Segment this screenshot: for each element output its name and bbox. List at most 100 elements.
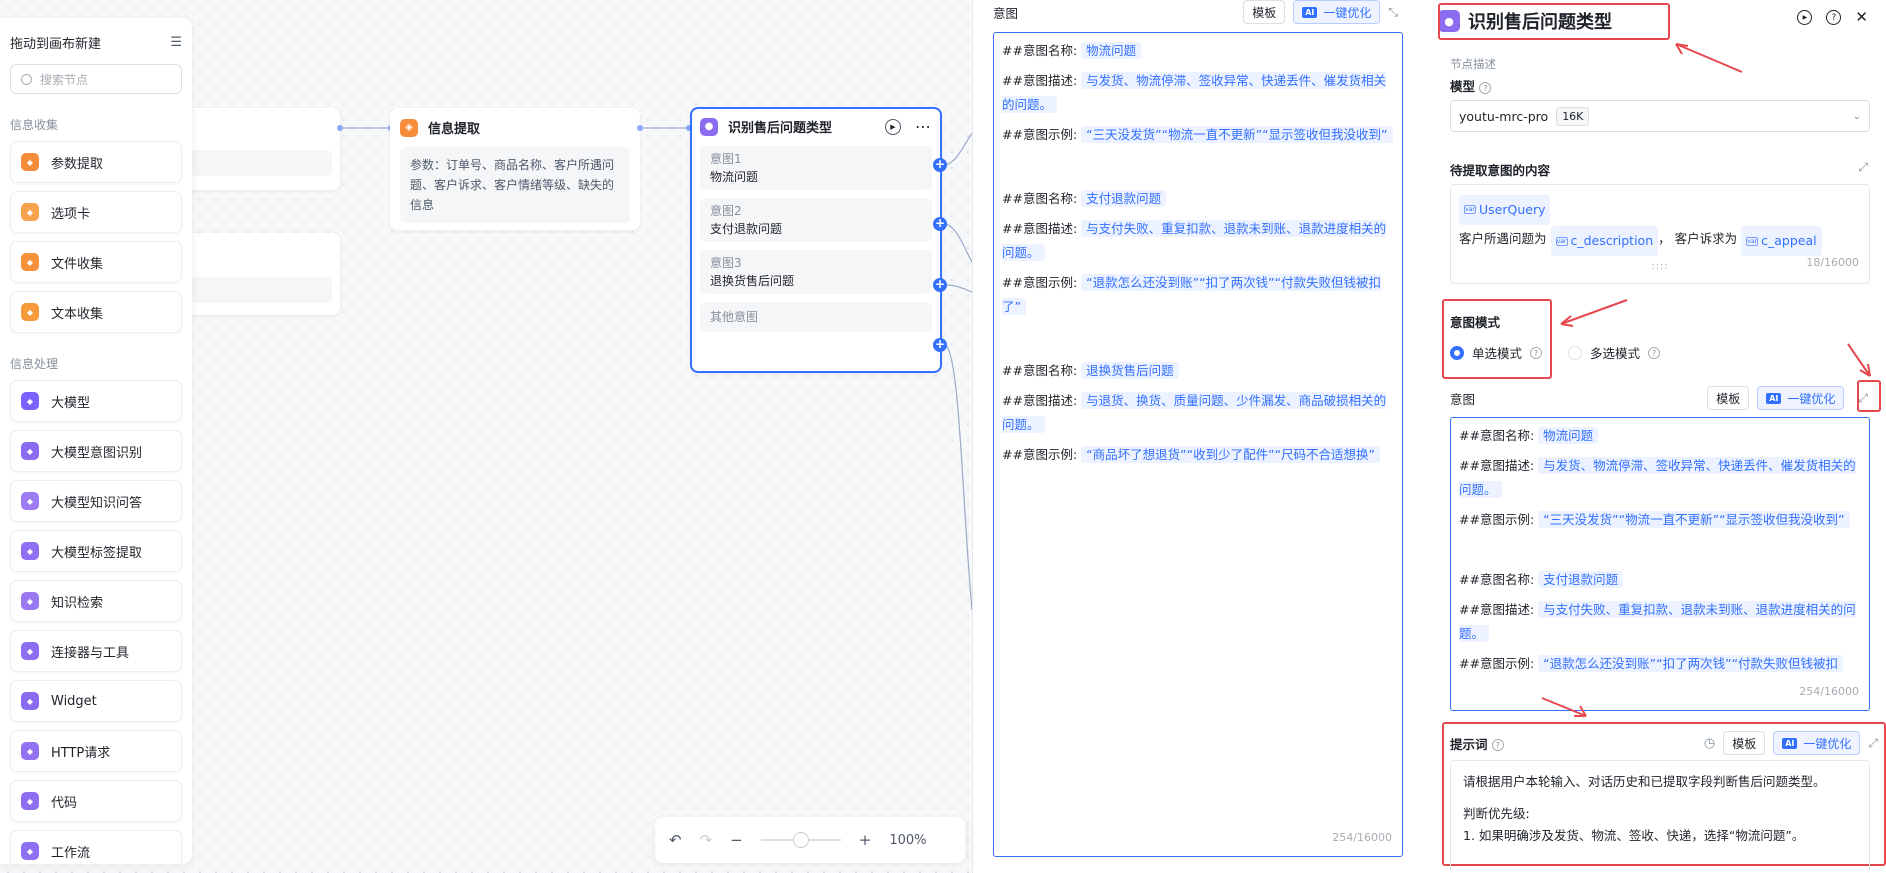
help-icon: ? xyxy=(1491,739,1504,751)
widget-icon: ◆ xyxy=(21,692,39,710)
history-icon[interactable]: ◷ xyxy=(1704,736,1715,751)
variable-tag: var UserQuery xyxy=(1459,194,1551,225)
prompt-editor[interactable]: 请根据用户本轮输入、对话历史和已提取字段判断售后问题类型。 判断优先级: 1. … xyxy=(1450,760,1870,873)
intent-line: ##意图名称: 物流问题 xyxy=(1002,39,1394,63)
redo-icon[interactable]: ↷ xyxy=(700,831,713,849)
intent-line: ##意图示例: “三天没发货”“物流一直不更新”“显示签收但我没收到” xyxy=(1002,123,1394,147)
node-title: 识别售后问题类型 xyxy=(728,121,833,136)
run-icon[interactable]: ▶ xyxy=(885,118,901,135)
content-editor[interactable]: var UserQuery 客户所遇问题为 var c_description， 客… xyxy=(1450,184,1870,284)
intent-value: 支付退款问题 xyxy=(710,222,783,236)
palette-item[interactable]: ◆ 知识检索 xyxy=(10,580,182,622)
zoom-toolbar: ↶ ↷ − + 100% xyxy=(655,817,965,863)
model-select[interactable]: youtu-mrc-pro 16K ⌄ xyxy=(1450,100,1870,132)
template-button[interactable]: 模板 xyxy=(1723,731,1766,755)
collapse-icon[interactable]: ⤡ xyxy=(1388,5,1398,20)
intent-textarea[interactable]: ##意图名称: 物流问题 ##意图描述: 与发货、物流停滞、签收异常、快递丢件、催发货… xyxy=(1450,417,1870,711)
search-icon xyxy=(21,73,32,85)
intent-field-value: “商品坏了想退货”“收到少了配件”“尺码不合适想换” xyxy=(1081,446,1381,463)
palette-item[interactable]: ◆ HTTP请求 xyxy=(10,730,182,772)
add-branch-icon[interactable]: + xyxy=(933,338,947,352)
intent-field-key: ##意图示例: xyxy=(1002,447,1078,462)
zoom-in-icon[interactable]: + xyxy=(859,831,872,849)
char-counter: 18/16000 xyxy=(1806,256,1859,269)
output-port-dot[interactable] xyxy=(637,125,643,131)
add-branch-icon[interactable]: + xyxy=(933,278,947,292)
intent-line: ##意图示例: “退款怎么还没到账”“扣了两次钱”“付款失败但钱被扣 xyxy=(1459,652,1861,676)
intent-editor-panel: 意图 模板 AI 一键优化 ⤡ ##意图名称: 物流问题 ##意图描述: 与发货、物流停… xyxy=(972,0,1418,873)
palette-item-label: 参数提取 xyxy=(51,156,104,172)
palette-item[interactable]: ◆ 大模型标签提取 xyxy=(10,530,182,572)
palette-item[interactable]: ◆ 代码 xyxy=(10,780,182,822)
folder-icon: ◆ xyxy=(21,253,39,271)
expand-icon[interactable]: ⤢ xyxy=(1868,736,1878,751)
prompt-text: 判断优先级: xyxy=(1463,806,1530,821)
intent-editor-textarea[interactable]: ##意图名称: 物流问题 ##意图描述: 与发货、物流停滞、签收异常、快递丢件、催发货… xyxy=(993,32,1403,857)
intent-block: ##意图名称: 物流问题 ##意图描述: 与发货、物流停滞、签收异常、快递丢件、催发货… xyxy=(1459,424,1861,532)
node-palette: 拖动到画布新建 ☰ 搜索节点 信息收集 ◆ 参数提取 ◆ 选项卡 ◆ 文件收集 ◆ 文本收集 信息… xyxy=(0,18,192,864)
palette-item[interactable]: ◆ 参数提取 xyxy=(10,141,182,183)
qa-icon: ◆ xyxy=(21,492,39,510)
template-button[interactable]: 模板 xyxy=(1707,386,1750,410)
palette-item-label: 文本收集 xyxy=(51,306,104,322)
palette-title: 拖动到画布新建 xyxy=(10,36,102,52)
close-icon[interactable]: ✕ xyxy=(1855,10,1868,25)
output-port-dot[interactable] xyxy=(337,125,343,131)
intent-block: ##意图名称: 退换货售后问题 ##意图描述: 与退货、换货、质量问题、少件漏发、商品… xyxy=(1002,359,1394,467)
text-collect-icon: ◆ xyxy=(21,303,39,321)
undo-icon[interactable]: ↶ xyxy=(669,831,682,849)
chevron-down-icon: ⌄ xyxy=(1852,110,1861,122)
intent-field-key: ##意图名称: xyxy=(1002,43,1078,58)
intent-field-key: ##意图名称: xyxy=(1459,572,1535,587)
content-text: 客户所遇问题为 xyxy=(1459,230,1547,246)
palette-item[interactable]: ◆ 大模型意图识别 xyxy=(10,430,182,472)
intent-line: ##意图描述: 与支付失败、重复扣款、退款未到账、退款进度相关的问题。 xyxy=(1459,598,1861,646)
search-input[interactable]: 搜索节点 xyxy=(10,64,182,94)
zoom-level: 100% xyxy=(889,832,927,848)
template-button[interactable]: 模板 xyxy=(1243,0,1286,24)
help-icon[interactable]: ? xyxy=(1826,10,1842,25)
node-body: 参数：订单号、商品名称、客户所遇问题、客户诉求、客户情绪等级、缺失的信息 xyxy=(400,147,630,223)
intent-field-value: “三天没发货”“物流一直不更新”“显示签收但我没收到” xyxy=(1538,511,1850,528)
info-extract-node[interactable]: ◈ 信息提取 参数：订单号、商品名称、客户所遇问题、客户诉求、客户情绪等级、缺失… xyxy=(390,108,640,230)
palette-item[interactable]: ◆ 大模型知识问答 xyxy=(10,480,182,522)
zoom-slider[interactable] xyxy=(760,832,841,848)
collapse-panel-icon[interactable]: ☰ xyxy=(170,35,182,50)
intent-field-value: 退换货售后问题 xyxy=(1081,362,1179,379)
char-counter: 254/16000 xyxy=(1799,680,1859,704)
intent-value: 物流问题 xyxy=(710,170,759,184)
add-branch-icon[interactable]: + xyxy=(933,217,947,231)
palette-item[interactable]: ◆ 文件收集 xyxy=(10,241,182,283)
intent-key: 其他意图 xyxy=(710,310,759,324)
zoom-out-icon[interactable]: − xyxy=(730,831,743,849)
multi-mode-radio[interactable]: 多选模式? xyxy=(1568,343,1661,362)
param-extract-icon: ◆ xyxy=(21,153,39,171)
ai-optimize-button[interactable]: AI 一键优化 xyxy=(1757,386,1845,410)
add-branch-icon[interactable]: + xyxy=(933,158,947,172)
expand-icon[interactable]: ⤢ xyxy=(1858,160,1868,179)
palette-item[interactable]: ◆ 文本收集 xyxy=(10,291,182,333)
intent-field-key: ##意图名称: xyxy=(1459,428,1535,443)
intent-recognition-node[interactable]: ● 识别售后问题类型 ▶ ⋯ 意图1 物流问题 意图2 支付退款问题 意图3 退… xyxy=(690,107,942,373)
palette-item[interactable]: ◆ 连接器与工具 xyxy=(10,630,182,672)
palette-item[interactable]: ◆ Widget xyxy=(10,680,182,722)
intent-field-key: ##意图示例: xyxy=(1459,512,1535,527)
more-icon[interactable]: ⋯ xyxy=(915,117,932,136)
ai-optimize-button[interactable]: AI 一键优化 xyxy=(1293,0,1381,24)
intent-label: 意图 xyxy=(1450,391,1476,407)
annotation-arrow xyxy=(1541,697,1587,717)
intent-key: 意图2 xyxy=(710,204,742,218)
ai-optimize-button[interactable]: AI 一键优化 xyxy=(1773,731,1861,755)
intent-field-value: 物流问题 xyxy=(1081,42,1142,59)
optimize-label: 一键优化 xyxy=(1323,5,1372,20)
tag-icon: ◆ xyxy=(21,542,39,560)
palette-item[interactable]: ◆ 大模型 xyxy=(10,380,182,422)
palette-item[interactable]: ◆ 选项卡 xyxy=(10,191,182,233)
content-text: 客户诉求为 xyxy=(1674,230,1738,246)
context-badge: 16K xyxy=(1556,106,1590,126)
ai-chip: AI xyxy=(1302,6,1318,18)
node-description-field[interactable]: 节点描述 xyxy=(1450,56,1496,72)
intent-field-value: 支付退款问题 xyxy=(1538,571,1624,588)
run-icon[interactable]: ▶ xyxy=(1797,10,1813,25)
palette-item[interactable]: ◆ 工作流 xyxy=(10,830,182,864)
